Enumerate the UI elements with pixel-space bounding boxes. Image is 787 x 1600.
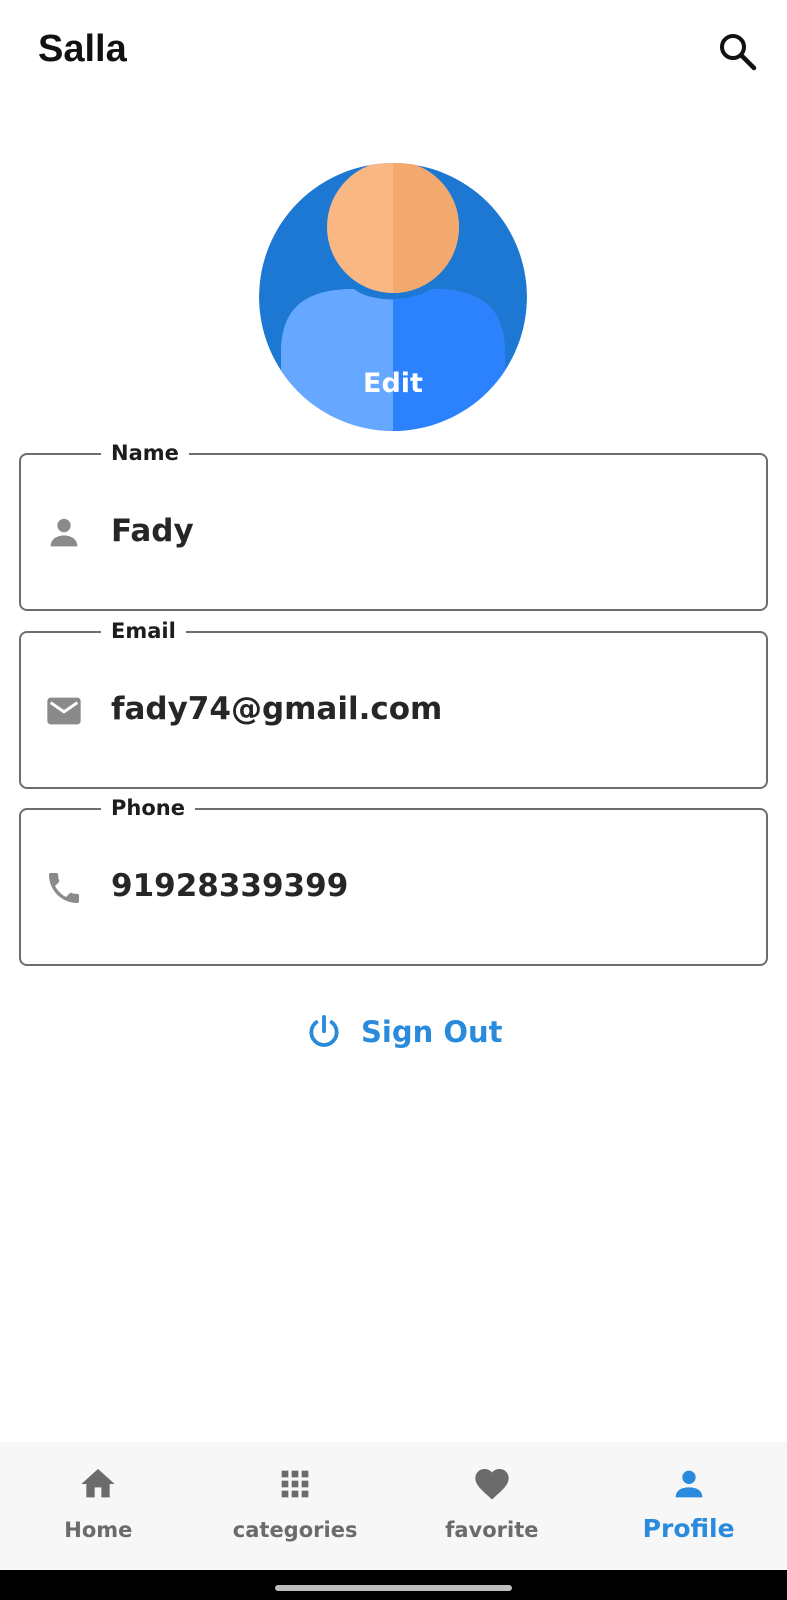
system-navigation-bar — [0, 1570, 787, 1600]
phone-field-label: Phone — [101, 793, 195, 823]
sign-out-button[interactable]: Sign Out — [305, 1010, 503, 1054]
nav-label-favorite: favorite — [445, 1518, 539, 1542]
email-icon — [47, 697, 81, 725]
name-field[interactable]: Name Fady — [19, 438, 768, 611]
phone-field[interactable]: Phone 91928339399 — [19, 793, 768, 966]
app-title: Salla — [38, 28, 127, 70]
power-icon — [309, 1015, 339, 1047]
email-field-label: Email — [101, 616, 186, 646]
email-field-value: fady74@gmail.com — [111, 691, 443, 727]
nav-label-profile: Profile — [642, 1514, 735, 1543]
person-icon — [675, 1470, 702, 1498]
name-field-value: Fady — [111, 513, 194, 549]
sign-out-label: Sign Out — [361, 1015, 503, 1049]
home-indicator[interactable] — [275, 1585, 512, 1591]
nav-item-favorite[interactable]: favorite — [394, 1442, 591, 1570]
nav-label-home: Home — [64, 1518, 133, 1542]
profile-screen: Salla Edit Name Fady Email fady74@gmail.… — [0, 0, 787, 1600]
avatar-edit-button[interactable]: Edit — [259, 163, 527, 431]
app-bar: Salla — [0, 0, 787, 110]
phone-icon — [49, 873, 79, 903]
email-field[interactable]: Email fady74@gmail.com — [19, 616, 768, 789]
heart-icon — [475, 1469, 509, 1500]
nav-label-categories: categories — [232, 1518, 358, 1542]
nav-item-categories[interactable]: categories — [197, 1442, 394, 1570]
grid-icon — [281, 1470, 309, 1498]
person-icon — [50, 518, 78, 547]
nav-item-profile[interactable]: Profile — [590, 1442, 787, 1570]
phone-field-value: 91928339399 — [111, 868, 349, 904]
search-icon — [720, 34, 757, 71]
home-icon — [81, 1469, 116, 1498]
nav-item-home[interactable]: Home — [0, 1442, 197, 1570]
bottom-navigation: Home categories favorite Profile — [0, 1442, 787, 1570]
search-button[interactable] — [718, 32, 758, 72]
name-field-label: Name — [101, 438, 189, 468]
avatar-edit-label: Edit — [363, 368, 423, 399]
